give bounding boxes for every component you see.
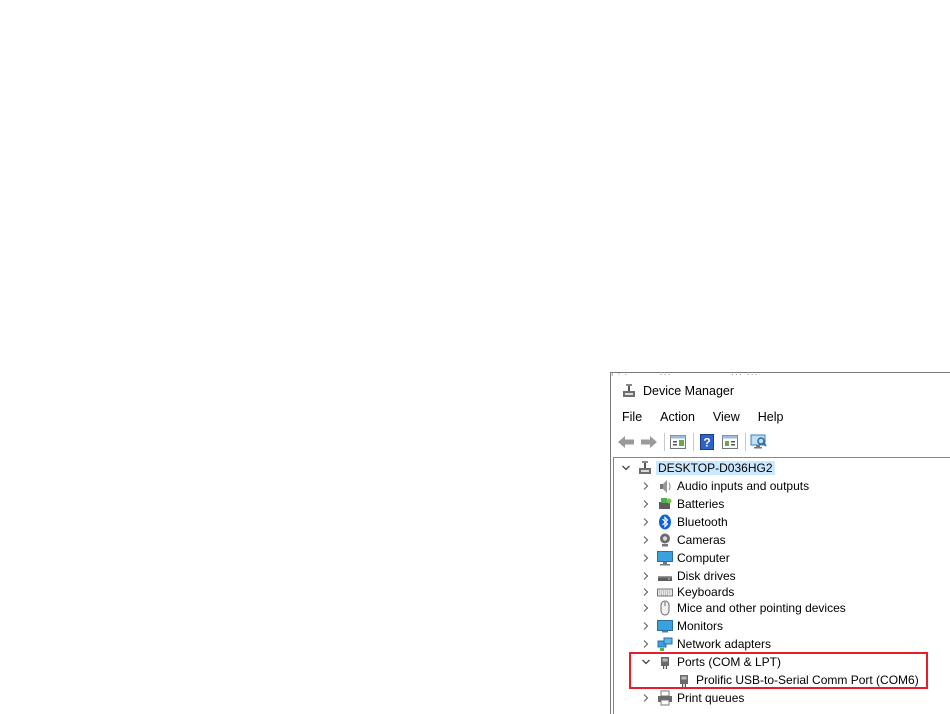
- tree-item-audio[interactable]: Audio inputs and outputs: [614, 477, 950, 495]
- menu-view[interactable]: View: [706, 410, 747, 424]
- disk-drive-icon: [657, 568, 673, 584]
- chevron-right-icon[interactable]: [641, 603, 651, 613]
- tree-item-computer[interactable]: Computer: [614, 549, 950, 567]
- toolbar-separator: [664, 433, 665, 451]
- tree-item-label: Bluetooth: [677, 515, 728, 529]
- tree-item-mice[interactable]: Mice and other pointing devices: [614, 599, 950, 617]
- update-driver-button[interactable]: [720, 432, 740, 452]
- toolbar-separator: [693, 433, 694, 451]
- tree-item-label: Print queues: [677, 691, 745, 705]
- computer-tower-icon: [637, 460, 653, 476]
- tree-item-label: Computer: [677, 551, 730, 565]
- mouse-icon: [657, 600, 673, 616]
- computer-icon: [657, 550, 673, 566]
- chevron-right-icon[interactable]: [641, 553, 651, 563]
- menu-action[interactable]: Action: [653, 410, 702, 424]
- tree-item-label: Cameras: [677, 533, 726, 547]
- scan-hardware-icon: [750, 434, 767, 449]
- tree-item-print-queues[interactable]: Print queues: [614, 689, 950, 707]
- tree-item-network-adapters[interactable]: Network adapters: [614, 635, 950, 653]
- network-adapter-icon: [657, 636, 673, 652]
- back-button[interactable]: [616, 432, 636, 452]
- battery-icon: [657, 496, 673, 512]
- tree-item-label: Ports (COM & LPT): [677, 655, 782, 669]
- forward-icon: [641, 436, 657, 448]
- svg-text:?: ?: [703, 436, 710, 450]
- chevron-down-icon[interactable]: [641, 657, 651, 667]
- chevron-down-icon[interactable]: [621, 463, 631, 473]
- tree-item-label: Audio inputs and outputs: [677, 479, 810, 493]
- toolbar-separator: [745, 433, 746, 451]
- menu-help[interactable]: Help: [751, 410, 791, 424]
- title-bar[interactable]: Device Manager: [611, 376, 950, 406]
- help-icon: ?: [700, 434, 714, 450]
- bluetooth-icon: [657, 514, 673, 530]
- device-manager-icon: [621, 383, 637, 399]
- device-manager-window: | ¦ ⁞ ... . . ··· ... ... .. ...: ··· ··…: [610, 372, 950, 714]
- root-label: DESKTOP-D036HG2: [656, 461, 775, 475]
- tree-item-ports[interactable]: Ports (COM & LPT): [614, 653, 950, 671]
- chevron-right-icon[interactable]: [641, 639, 651, 649]
- printer-icon: [657, 690, 673, 706]
- tree-item-label: Disk drives: [677, 569, 736, 583]
- tree-root[interactable]: DESKTOP-D036HG2: [614, 459, 950, 477]
- port-icon: [657, 654, 673, 670]
- chevron-right-icon[interactable]: [641, 499, 651, 509]
- keyboard-icon: [657, 584, 673, 600]
- device-tree: DESKTOP-D036HG2 Audio inputs and outputs…: [613, 457, 950, 714]
- chevron-right-icon[interactable]: [641, 481, 651, 491]
- monitor-icon: [657, 618, 673, 634]
- tree-item-label: Prolific USB-to-Serial Comm Port (COM6): [696, 673, 919, 687]
- chevron-right-icon[interactable]: [641, 517, 651, 527]
- tree-item-label: Keyboards: [677, 585, 735, 599]
- update-driver-icon: [722, 435, 738, 449]
- toolbar: ?: [611, 428, 950, 456]
- tree-item-batteries[interactable]: Batteries: [614, 495, 950, 513]
- window-title: Device Manager: [643, 384, 735, 398]
- scan-hardware-button[interactable]: [749, 432, 769, 452]
- tree-item-monitors[interactable]: Monitors: [614, 617, 950, 635]
- chevron-right-icon[interactable]: [641, 571, 651, 581]
- tree-item-label: Batteries: [677, 497, 725, 511]
- tree-item-prolific-port[interactable]: Prolific USB-to-Serial Comm Port (COM6): [614, 671, 950, 689]
- chevron-right-icon[interactable]: [641, 587, 651, 597]
- properties-button[interactable]: [668, 432, 688, 452]
- tree-item-label: Network adapters: [677, 637, 772, 651]
- back-icon: [618, 436, 634, 448]
- forward-button[interactable]: [639, 432, 659, 452]
- chevron-right-icon[interactable]: [641, 621, 651, 631]
- tree-item-cameras[interactable]: Cameras: [614, 531, 950, 549]
- speaker-icon: [657, 478, 673, 494]
- menu-file[interactable]: File: [615, 410, 649, 424]
- menu-bar: File Action View Help: [611, 406, 950, 428]
- tree-item-label: Mice and other pointing devices: [677, 601, 846, 615]
- tree-item-label: Monitors: [677, 619, 724, 633]
- help-button[interactable]: ?: [697, 432, 717, 452]
- camera-icon: [657, 532, 673, 548]
- port-icon: [676, 672, 692, 688]
- properties-icon: [670, 435, 686, 449]
- tree-item-bluetooth[interactable]: Bluetooth: [614, 513, 950, 531]
- chevron-right-icon[interactable]: [641, 693, 651, 703]
- chevron-right-icon[interactable]: [641, 535, 651, 545]
